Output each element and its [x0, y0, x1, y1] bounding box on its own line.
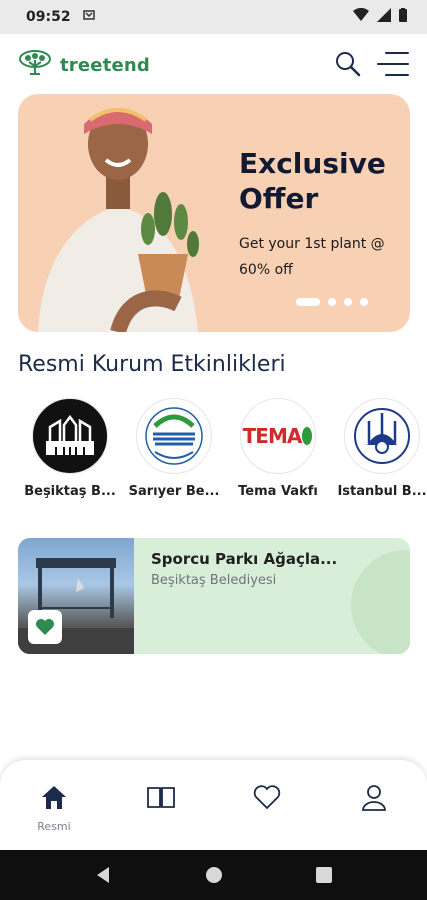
- notification-icon: [82, 8, 96, 26]
- besiktas-logo: [32, 398, 108, 474]
- sariyer-logo: [136, 398, 212, 474]
- event-title: Sporcu Parkı Ağaçla...: [151, 550, 338, 568]
- favorite-button[interactable]: [28, 610, 62, 644]
- istanbul-logo: [344, 398, 420, 474]
- event-organization: Beşiktaş Belediyesi: [151, 573, 277, 588]
- nav-label: Resmi: [37, 820, 71, 833]
- menu-icon[interactable]: [376, 51, 410, 81]
- nav-item-favorites[interactable]: [237, 784, 297, 814]
- app-logo: treetend: [18, 50, 150, 80]
- logo-text: treetend: [60, 54, 151, 76]
- carousel-dot[interactable]: [344, 298, 352, 306]
- carousel-dot[interactable]: [328, 298, 336, 306]
- book-icon: [147, 787, 175, 808]
- wifi-icon: [353, 7, 369, 26]
- event-card[interactable]: Sporcu Parkı Ağaçla... Beşiktaş Belediye…: [18, 538, 410, 654]
- carousel-dot[interactable]: [360, 298, 368, 306]
- recents-icon[interactable]: [316, 867, 332, 883]
- home-icon: [42, 786, 66, 809]
- organization-list: Beşiktaş B... Sarıyer Be... TEMA Tema Va…: [18, 398, 427, 499]
- banner-subtitle: Get your 1st plant @ 60% off: [239, 236, 385, 278]
- tema-logo-text: TEMA: [242, 424, 303, 448]
- banner-title: Exclusive Offer: [239, 147, 386, 215]
- home-button-icon[interactable]: [205, 866, 223, 884]
- section-title: Resmi Kurum Etkinlikleri: [18, 352, 286, 377]
- organization-label: Tema Vakfı: [238, 484, 318, 499]
- heart-icon: [253, 785, 281, 810]
- organization-label: Sarıyer Be...: [128, 484, 220, 499]
- carousel-dot[interactable]: [296, 298, 320, 306]
- banner-person-illustration: [38, 108, 199, 332]
- organization-label: Beşiktaş B...: [24, 484, 116, 499]
- nav-item-book[interactable]: [131, 784, 191, 814]
- battery-icon: [399, 8, 407, 26]
- heart-icon: [36, 619, 54, 635]
- organization-item[interactable]: Beşiktaş B...: [18, 398, 122, 499]
- promo-banner[interactable]: Exclusive Offer Get your 1st plant @ 60%…: [18, 94, 410, 332]
- user-icon: [362, 785, 386, 811]
- nav-item-resmi[interactable]: Resmi: [24, 784, 84, 833]
- back-icon[interactable]: [95, 866, 111, 884]
- organization-label: İstanbul B...: [337, 484, 427, 499]
- system-navigation-bar: [0, 850, 427, 900]
- bottom-navigation: Resmi: [0, 760, 427, 850]
- status-bar: 09:52: [0, 0, 427, 34]
- leaf-icon: [302, 427, 313, 445]
- search-icon[interactable]: [334, 50, 362, 82]
- signal-icon: [377, 8, 391, 26]
- organization-item[interactable]: TEMA Tema Vakfı: [226, 398, 330, 499]
- status-time: 09:52: [26, 9, 71, 25]
- decorative-circle: [351, 550, 410, 654]
- nav-item-profile[interactable]: [344, 784, 404, 816]
- tree-icon: [18, 50, 52, 80]
- tema-logo: TEMA: [240, 398, 316, 474]
- carousel-indicator[interactable]: [296, 298, 368, 306]
- app-header: treetend: [0, 34, 427, 94]
- organization-item[interactable]: Sarıyer Be...: [122, 398, 226, 499]
- organization-item[interactable]: İstanbul B...: [330, 398, 427, 499]
